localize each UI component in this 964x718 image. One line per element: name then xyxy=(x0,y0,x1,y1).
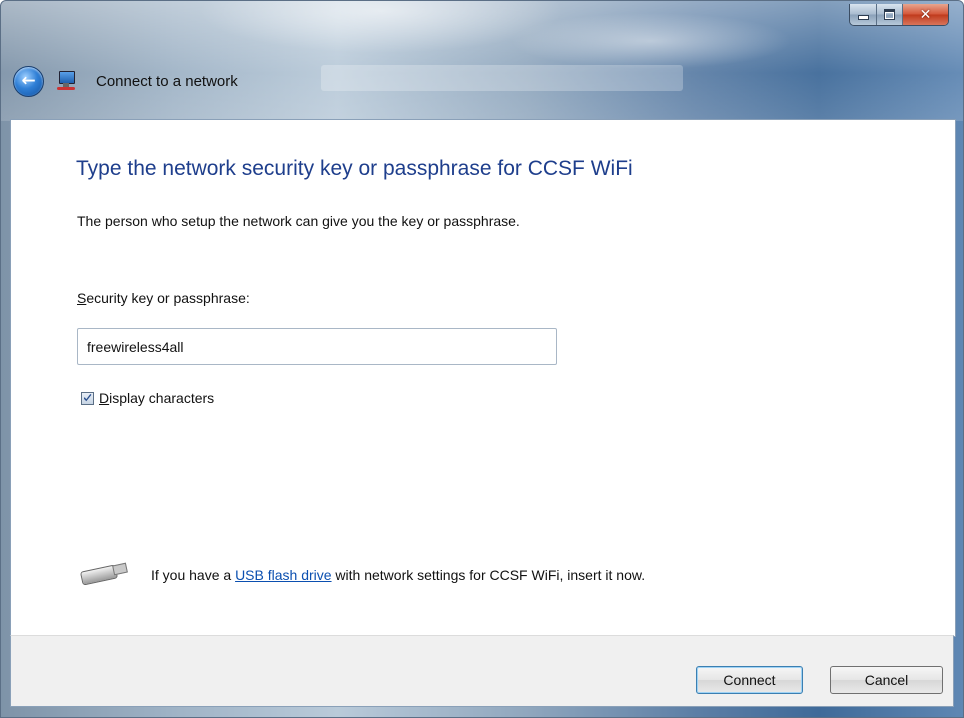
dialog-window: ✕ ← Connect to a network Type the networ… xyxy=(0,0,964,718)
back-arrow-icon: ← xyxy=(21,71,36,91)
security-key-label-mnemonic: S xyxy=(77,290,87,306)
usb-notice-text-before: If you have a xyxy=(151,567,236,583)
security-key-label: Security key or passphrase: xyxy=(77,290,250,306)
display-characters-checkbox[interactable] xyxy=(81,391,94,405)
minimize-button[interactable] xyxy=(850,4,877,25)
content-pane: Type the network security key or passphr… xyxy=(10,119,956,637)
maximize-icon xyxy=(884,9,895,20)
button-bar: Connect Cancel xyxy=(10,635,954,707)
cancel-button[interactable]: Cancel xyxy=(830,666,943,694)
security-key-input[interactable] xyxy=(77,328,557,365)
window-title: Connect to a network xyxy=(96,72,238,90)
navigation-bar: ← Connect to a network xyxy=(11,61,951,101)
description-text: The person who setup the network can giv… xyxy=(77,213,520,229)
back-button[interactable]: ← xyxy=(13,65,44,97)
minimize-icon xyxy=(857,15,869,20)
display-characters-mnemonic: D xyxy=(99,390,110,406)
display-characters-text: isplay characters xyxy=(109,390,215,406)
close-button[interactable]: ✕ xyxy=(903,4,948,25)
page-heading: Type the network security key or passphr… xyxy=(76,157,633,180)
maximize-button[interactable] xyxy=(877,4,903,25)
connect-button[interactable]: Connect xyxy=(696,666,803,694)
usb-drive-icon xyxy=(75,562,128,586)
display-characters-row[interactable]: Display characters xyxy=(81,390,214,406)
network-icon xyxy=(56,70,78,92)
display-characters-label[interactable]: Display characters xyxy=(99,390,214,406)
caption-buttons: ✕ xyxy=(849,4,949,26)
glass-reflection xyxy=(321,65,683,91)
checkmark-icon xyxy=(83,394,92,402)
usb-flash-drive-link[interactable]: USB flash drive xyxy=(235,567,331,583)
security-key-label-text: ecurity key or passphrase: xyxy=(86,290,250,306)
close-icon: ✕ xyxy=(919,6,932,23)
usb-notice: If you have a USB flash drive with netwo… xyxy=(75,562,646,586)
usb-notice-text-after: with network settings for CCSF WiFi, ins… xyxy=(331,567,646,583)
